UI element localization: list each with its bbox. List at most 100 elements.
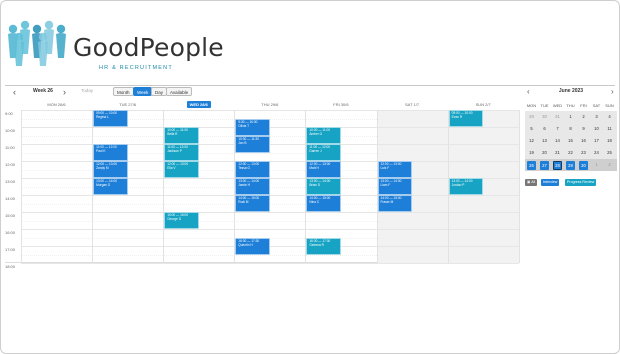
mini-calendar-day[interactable]: 29 [564, 159, 577, 171]
mini-calendar-day[interactable]: 3 [590, 111, 603, 123]
checkbox-icon: ▣ [527, 180, 531, 184]
filter-interview[interactable]: Interview [541, 179, 560, 186]
day-number: 17 [594, 138, 599, 143]
calendar-event[interactable]: 11:00 — 12:00 Jackson P [164, 144, 199, 161]
mini-calendar-day[interactable]: 11 [603, 123, 616, 135]
day-number: 28 [553, 160, 562, 170]
day-header[interactable]: SUN 2/7 [448, 101, 519, 109]
calendar-event[interactable]: 14:00 — 15:00 Nina C [306, 195, 341, 212]
mini-calendar-day[interactable]: 15 [564, 135, 577, 147]
mini-calendar-day[interactable]: 26 [525, 159, 538, 171]
mini-calendar-day[interactable]: 29 [525, 111, 538, 123]
mini-calendar-day[interactable]: 6 [538, 123, 551, 135]
calendar-event[interactable]: 14:00 — 15:00 Rudi M [235, 195, 270, 212]
day-header-label: SUN 2/7 [475, 102, 491, 107]
calendar-event[interactable]: 09:00 — 10:00 Evan R [448, 110, 484, 127]
mini-calendar-day[interactable]: 28 [551, 159, 564, 171]
mini-calendar-day[interactable]: 18 [603, 135, 616, 147]
mini-calendar-day[interactable]: 12 [525, 135, 538, 147]
next-month-icon[interactable]: › [611, 87, 614, 96]
weekday-label: SUN [605, 103, 614, 108]
day-number: 1 [595, 162, 598, 167]
mini-calendar-day[interactable]: 7 [551, 123, 564, 135]
day-header[interactable]: THU 29/6 [234, 101, 305, 109]
filter-progress-review[interactable]: Progress Review [565, 179, 597, 186]
event-name: Ella V [167, 166, 176, 170]
calendar-event[interactable]: 09:00 — 10:00 Regina L [93, 110, 128, 127]
calendar-event[interactable]: 12:00 — 13:00 Ella V [164, 161, 199, 178]
time-label: 11:00 [5, 145, 15, 150]
mini-calendar-day[interactable]: 19 [525, 147, 538, 159]
mini-calendar-day[interactable]: 5 [525, 123, 538, 135]
calendar-event[interactable]: 12:00 — 13:00 Zandy M [93, 161, 128, 178]
mini-calendar-day[interactable]: 2 [577, 111, 590, 123]
day-header[interactable]: WED 28/6 [163, 101, 234, 109]
event-name: George D [167, 217, 182, 221]
event-name: Nina C [309, 200, 320, 204]
calendar-event[interactable]: 12:00 — 13:00 Matt H [306, 161, 341, 178]
prev-week-icon[interactable]: ‹ [13, 87, 16, 97]
mini-calendar-day[interactable]: 17 [590, 135, 603, 147]
view-day-button[interactable]: Day [151, 87, 168, 96]
weekday-label: TUE [540, 103, 549, 108]
filter-all[interactable]: ▣ All [525, 179, 538, 186]
mini-calendar-day[interactable]: 31 [551, 111, 564, 123]
mini-calendar-day[interactable]: 1 [590, 159, 603, 171]
mini-calendar-day[interactable]: 24 [590, 147, 603, 159]
day-header[interactable]: MON 26/6 [21, 101, 92, 109]
calendar-event[interactable]: 9:30 — 10:30 Olivia T [235, 118, 270, 136]
calendar-event[interactable]: 13:00 — 14:00 Brian D [306, 178, 341, 195]
calendar-event[interactable]: 14:00 — 15:00 Fraser M [377, 195, 413, 212]
calendar-grid: 9:00 10:00 11:00 12:00 13:00 14:00 15:00 16:00 1… [5, 110, 520, 269]
event-name: Jamie H [238, 183, 250, 187]
calendar-event[interactable]: 13:00 — 14:00 Morgan G [93, 178, 128, 195]
mini-calendar-day[interactable]: 16 [577, 135, 590, 147]
mini-calendar-day[interactable]: 22 [564, 147, 577, 159]
calendar-event[interactable]: 12:00 — 13:00 Tessa G [235, 161, 270, 178]
view-available-button[interactable]: Available [166, 87, 193, 96]
mini-calendar-day[interactable]: 27 [538, 159, 551, 171]
weekday-label: SAT [592, 103, 601, 108]
day-number: 25 [607, 150, 612, 155]
mini-calendar-day[interactable]: 23 [577, 147, 590, 159]
mini-calendar-day[interactable]: 30 [577, 159, 590, 171]
mini-calendar-day[interactable]: 8 [564, 123, 577, 135]
day-header[interactable]: FRI 30/6 [305, 101, 376, 109]
calendar-event[interactable]: 13:00 — 14:00 Jordan P [448, 178, 484, 195]
mini-calendar-day[interactable]: 13 [538, 135, 551, 147]
view-month-button[interactable]: Month [113, 87, 134, 96]
next-week-icon[interactable]: › [63, 87, 66, 97]
mini-calendar-day[interactable]: 2 [603, 159, 616, 171]
calendar-event[interactable]: 16:30 — 17:30 Quentin H [235, 237, 270, 255]
mini-calendar-day[interactable]: 25 [603, 147, 616, 159]
hour-line [21, 263, 519, 264]
event-name: Jordan P [451, 183, 465, 187]
calendar-event[interactable]: 15:00 — 16:00 George D [164, 212, 199, 229]
day-number: 14 [555, 138, 560, 143]
view-week-button[interactable]: Week [133, 87, 153, 96]
calendar-event[interactable]: 10:30 — 11:30 Jon B [235, 135, 270, 153]
calendar-event[interactable]: 10:00 — 11:00 Bella R [164, 127, 199, 144]
day-header[interactable]: TUE 27/6 [92, 101, 163, 109]
mini-calendar-day[interactable]: 30 [538, 111, 551, 123]
mini-calendar-day[interactable]: 14 [551, 135, 564, 147]
calendar-event[interactable]: 13:00 — 14:00 Jamie H [235, 178, 270, 195]
mini-calendar-day[interactable]: 10 [590, 123, 603, 135]
day-header[interactable]: SAT 1/7 [377, 101, 448, 109]
day-number: 9 [582, 126, 585, 131]
mini-calendar-day[interactable]: 9 [577, 123, 590, 135]
weekday-label: FRI [580, 103, 587, 108]
calendar-event[interactable]: 13:00 — 14:00 Liam F [377, 178, 413, 195]
today-button[interactable]: Today [81, 88, 93, 93]
calendar-event[interactable]: 11:00 — 12:00 Paul K [93, 144, 128, 161]
mini-calendar-day[interactable]: 20 [538, 147, 551, 159]
event-name: Darren J [309, 149, 322, 153]
calendar-event[interactable]: 12:00 — 13:00 Luis F [377, 161, 413, 178]
mini-calendar-day[interactable]: 1 [564, 111, 577, 123]
mini-calendar-day[interactable]: 21 [551, 147, 564, 159]
calendar-event[interactable]: 11:00 — 12:00 Darren J [306, 144, 341, 161]
day-number: 15 [568, 138, 573, 143]
calendar-event[interactable]: 10:00 — 11:00 Amber G [306, 127, 341, 144]
calendar-event[interactable]: 16:30 — 17:30 Gemma R [306, 237, 341, 255]
mini-calendar-day[interactable]: 4 [603, 111, 616, 123]
